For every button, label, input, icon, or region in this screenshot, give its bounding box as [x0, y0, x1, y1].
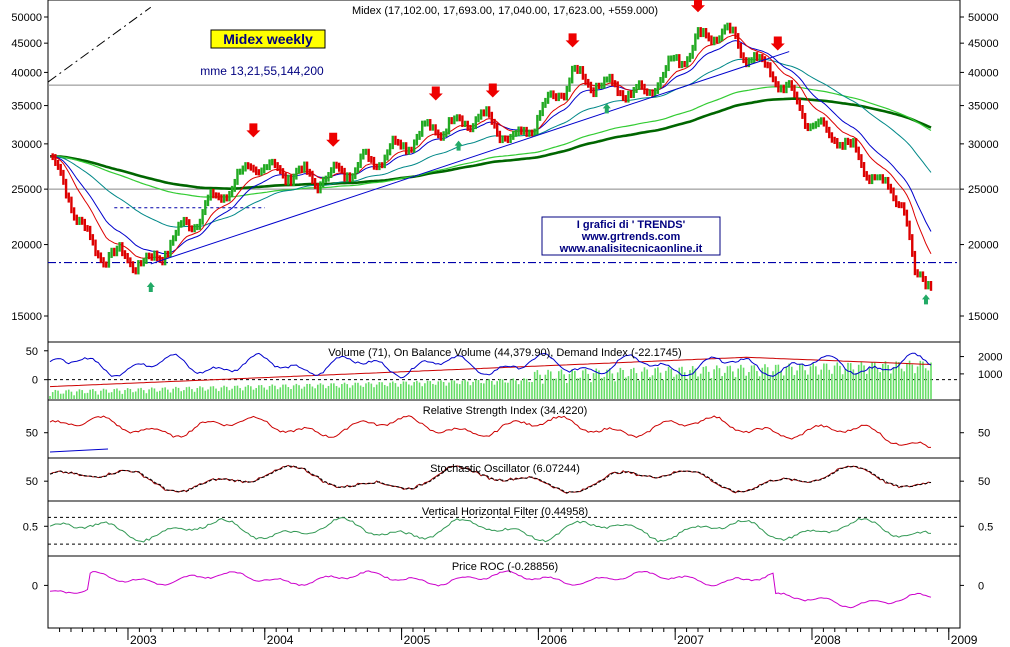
x-tick-label: 2005: [404, 633, 431, 647]
x-tick-label: 2003: [130, 633, 157, 647]
indicator-title: Vertical Horizontal Filter (0.44958): [422, 506, 588, 518]
watermark-line: www.grtrends.com: [581, 231, 681, 243]
indicator-title: Relative Strength Index (34.4220): [423, 405, 588, 417]
ytick-label-left: 45000: [11, 38, 42, 50]
indicator-ytick-left: 0.5: [23, 521, 38, 533]
watermark-line: www.analisitecnicaonline.it: [559, 243, 703, 255]
indicator-ytick-right: 0.5: [978, 521, 993, 533]
ytick-label-right: 20000: [968, 240, 999, 252]
ytick-label-right: 50000: [968, 12, 999, 24]
indicator-ytick-left: 50: [26, 428, 38, 440]
subtitle: mme 13,21,55,144,200: [200, 64, 324, 78]
ytick-label-left: 50000: [11, 12, 42, 24]
main-title: Midex (17,102.00, 17,693.00, 17,040.00, …: [352, 5, 658, 17]
ytick-label-left: 40000: [11, 67, 42, 79]
indicator-ytick-left: 50: [26, 346, 38, 358]
ytick-label-left: 30000: [11, 139, 42, 151]
indicator-ytick-left: 50: [26, 476, 38, 488]
x-tick-label: 2007: [677, 633, 704, 647]
x-tick-label: 2006: [540, 633, 567, 647]
watermark-line: I grafici di ' TRENDS': [577, 219, 686, 231]
indicator-ytick-left: 0: [32, 580, 38, 592]
indicator-title: Stochastic Oscillator (6.07244): [430, 463, 580, 475]
indicator-ytick-left: 0: [32, 375, 38, 387]
indicator-ytick-right: 0: [978, 580, 984, 592]
badge-label: Midex weekly: [223, 31, 313, 47]
x-tick-label: 2004: [267, 633, 294, 647]
x-tick-label: 2008: [814, 633, 841, 647]
ytick-label-right: 40000: [968, 67, 999, 79]
chart-svg: 15000 1500020000 2000025000 2500030000 30000…: [0, 0, 1010, 647]
ytick-label-right: 35000: [968, 101, 999, 113]
indicator-ytick-right: 50: [978, 428, 990, 440]
indicator-title: Price ROC (-0.28856): [452, 561, 558, 573]
ytick-label-right: 30000: [968, 139, 999, 151]
indicator-ytick-right: 50: [978, 476, 990, 488]
ytick-label-left: 25000: [11, 184, 42, 196]
ytick-label-left: 35000: [11, 101, 42, 113]
x-tick-label: 2009: [951, 633, 978, 647]
indicator-ytick-right: 1000: [978, 369, 1002, 381]
ytick-label-right: 15000: [968, 311, 999, 323]
ytick-label-right: 25000: [968, 184, 999, 196]
indicator-title: Volume (71), On Balance Volume (44,379.9…: [328, 347, 681, 359]
indicator-ytick-right: 2000: [978, 352, 1002, 364]
ytick-label-right: 45000: [968, 38, 999, 50]
ytick-label-left: 15000: [11, 311, 42, 323]
ytick-label-left: 20000: [11, 240, 42, 252]
